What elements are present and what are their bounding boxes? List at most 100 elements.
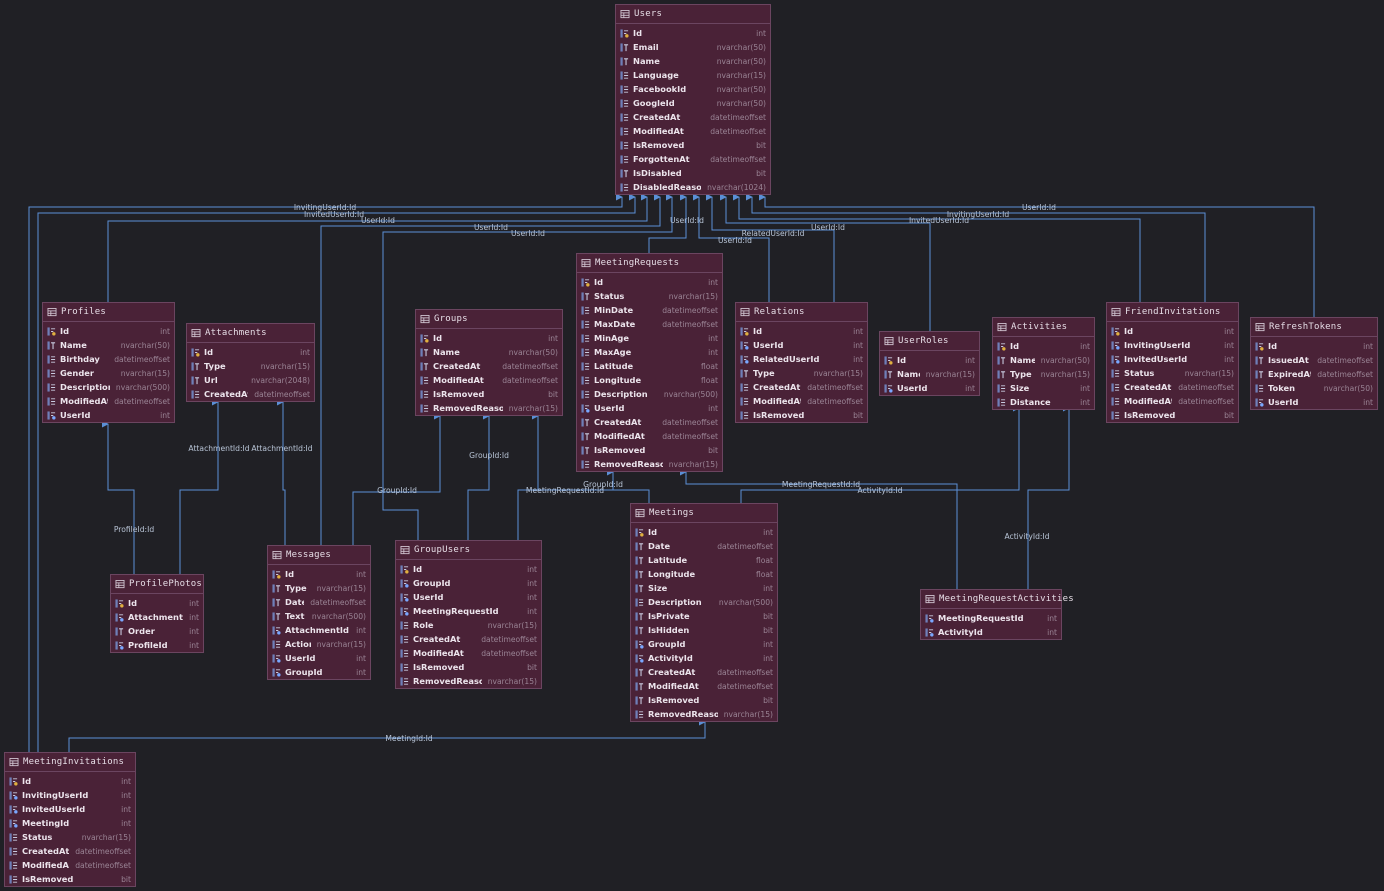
column-row[interactable]: IsRemoved bit (416, 387, 562, 401)
column-row[interactable]: Url nvarchar(2048) (187, 373, 314, 387)
column-row[interactable]: ModifiedAt datetimeoffset (736, 394, 867, 408)
column-row[interactable]: Email nvarchar(50) (616, 40, 770, 54)
column-row[interactable]: CreatedAt datetimeoffset (736, 380, 867, 394)
column-row[interactable]: Text nvarchar(500) (268, 609, 370, 623)
column-row[interactable]: Type nvarchar(15) (268, 581, 370, 595)
table-profiles[interactable]: Profiles Id int Name nvarchar(50) Birthday dat… (42, 302, 175, 423)
table-header[interactable]: FriendInvitations (1107, 303, 1238, 322)
table-header[interactable]: Users (616, 5, 770, 24)
column-row[interactable]: Name nvarchar(15) (880, 367, 979, 381)
column-row[interactable]: Name nvarchar(50) (416, 345, 562, 359)
column-row[interactable]: Gender nvarchar(15) (43, 366, 174, 380)
column-row[interactable]: CreatedAt datetimeoffset (616, 110, 770, 124)
column-row[interactable]: ModifiedAt datetimeoffset (43, 394, 174, 408)
table-header[interactable]: MeetingRequestActivities (921, 590, 1074, 609)
column-row[interactable]: Id int (616, 26, 770, 40)
table-header[interactable]: MeetingInvitations (5, 753, 135, 772)
column-row[interactable]: ModifiedAt datetimeoffset (616, 124, 770, 138)
column-row[interactable]: Id int (993, 339, 1094, 353)
column-row[interactable]: Date datetimeoffset (268, 595, 370, 609)
column-row[interactable]: CreatedAt datetimeoffset (631, 665, 777, 679)
column-row[interactable]: Id int (396, 562, 541, 576)
column-row[interactable]: CreatedAt datetimeoffset (577, 415, 722, 429)
column-row[interactable]: Status nvarchar(15) (5, 830, 135, 844)
column-row[interactable]: Id int (111, 596, 203, 610)
column-row[interactable]: IsRemoved bit (616, 138, 770, 152)
column-row[interactable]: Id int (1107, 324, 1238, 338)
column-row[interactable]: IsRemoved bit (577, 443, 722, 457)
column-row[interactable]: MeetingRequestId int (396, 604, 541, 618)
column-row[interactable]: InvitedUserId int (5, 802, 135, 816)
column-row[interactable]: Longitude float (577, 373, 722, 387)
column-row[interactable]: ModifiedAt datetimeoffset (631, 679, 777, 693)
table-header[interactable]: MeetingRequests (577, 254, 722, 273)
table-groupusers[interactable]: GroupUsers Id int GroupId int UserId int Meetin… (395, 540, 542, 689)
column-row[interactable]: MinDate datetimeoffset (577, 303, 722, 317)
table-header[interactable]: Profiles (43, 303, 174, 322)
column-row[interactable]: DisabledReason nvarchar(1024) (616, 180, 770, 194)
column-row[interactable]: Name nvarchar(50) (993, 353, 1094, 367)
table-activities[interactable]: Activities Id int Name nvarchar(50) Type nvarc… (992, 317, 1095, 410)
column-row[interactable]: IsHidden bit (631, 623, 777, 637)
column-row[interactable]: Description nvarchar(500) (631, 595, 777, 609)
column-row[interactable]: CreatedAt datetimeoffset (416, 359, 562, 373)
column-row[interactable]: Type nvarchar(15) (187, 359, 314, 373)
table-userroles[interactable]: UserRoles Id int Name nvarchar(15) UserId int (879, 331, 980, 396)
column-row[interactable]: RemovedReason nvarchar(15) (577, 457, 722, 471)
column-row[interactable]: Description nvarchar(500) (43, 380, 174, 394)
table-header[interactable]: Activities (993, 318, 1094, 337)
column-row[interactable]: ModifiedAt datetimeoffset (396, 646, 541, 660)
column-row[interactable]: Status nvarchar(15) (577, 289, 722, 303)
column-row[interactable]: RemovedReason nvarchar(15) (631, 707, 777, 721)
column-row[interactable]: UserId int (880, 381, 979, 395)
column-row[interactable]: UserId int (577, 401, 722, 415)
column-row[interactable]: Distance int (993, 395, 1094, 409)
column-row[interactable]: ProfileId int (111, 638, 203, 652)
column-row[interactable]: InvitingUserId int (5, 788, 135, 802)
table-profilephotos[interactable]: ProfilePhotos Id int AttachmentId int Order in… (110, 574, 204, 653)
column-row[interactable]: RemovedReason nvarchar(15) (416, 401, 562, 415)
column-row[interactable]: ModifiedAt datetimeoffset (577, 429, 722, 443)
column-row[interactable]: MeetingRequestId int (921, 611, 1061, 625)
column-row[interactable]: CreatedAt datetimeoffset (1107, 380, 1238, 394)
table-header[interactable]: RefreshTokens (1251, 318, 1377, 337)
column-row[interactable]: AttachmentId int (268, 623, 370, 637)
column-row[interactable]: Id int (5, 774, 135, 788)
table-relations[interactable]: Relations Id int UserId int RelatedUserId int T… (735, 302, 868, 423)
table-header[interactable]: ProfilePhotos (111, 575, 203, 594)
column-row[interactable]: Id int (268, 567, 370, 581)
column-row[interactable]: GroupId int (396, 576, 541, 590)
column-row[interactable]: Size int (631, 581, 777, 595)
column-row[interactable]: ForgottenAt datetimeoffset (616, 152, 770, 166)
table-meetinginvitations[interactable]: MeetingInvitations Id int InvitingUserId int… (4, 752, 136, 887)
column-row[interactable]: CreatedAt datetimeoffset (396, 632, 541, 646)
column-row[interactable]: FacebookId nvarchar(50) (616, 82, 770, 96)
table-meetingrequests[interactable]: MeetingRequests Id int Status nvarchar(15) Mi… (576, 253, 723, 472)
table-meetings[interactable]: Meetings Id int Date datetimeoffset Latitude f… (630, 503, 778, 722)
column-row[interactable]: Type nvarchar(15) (993, 367, 1094, 381)
column-row[interactable]: UserId int (736, 338, 867, 352)
column-row[interactable]: UserId int (1251, 395, 1377, 409)
column-row[interactable]: RemovedReason nvarchar(15) (396, 674, 541, 688)
column-row[interactable]: MeetingId int (5, 816, 135, 830)
table-header[interactable]: GroupUsers (396, 541, 541, 560)
column-row[interactable]: Longitude float (631, 567, 777, 581)
column-row[interactable]: Birthday datetimeoffset (43, 352, 174, 366)
column-row[interactable]: AttachmentId int (111, 610, 203, 624)
column-row[interactable]: Id int (43, 324, 174, 338)
column-row[interactable]: Role nvarchar(15) (396, 618, 541, 632)
column-row[interactable]: MaxDate datetimeoffset (577, 317, 722, 331)
column-row[interactable]: ModifiedAt datetimeoffset (1107, 394, 1238, 408)
table-meetingrequestactivities[interactable]: MeetingRequestActivities MeetingRequestId… (920, 589, 1074, 640)
column-row[interactable]: UserId int (43, 408, 174, 422)
column-row[interactable]: Order int (111, 624, 203, 638)
column-row[interactable]: Language nvarchar(15) (616, 68, 770, 82)
column-row[interactable]: Id int (577, 275, 722, 289)
column-row[interactable]: Token nvarchar(50) (1251, 381, 1377, 395)
column-row[interactable]: Date datetimeoffset (631, 539, 777, 553)
column-row[interactable]: Type nvarchar(15) (736, 366, 867, 380)
column-row[interactable]: UserId int (268, 651, 370, 665)
column-row[interactable]: CreatedAt datetimeoffset (187, 387, 314, 401)
table-header[interactable]: Groups (416, 310, 562, 329)
column-row[interactable]: IsRemoved bit (1107, 408, 1238, 422)
